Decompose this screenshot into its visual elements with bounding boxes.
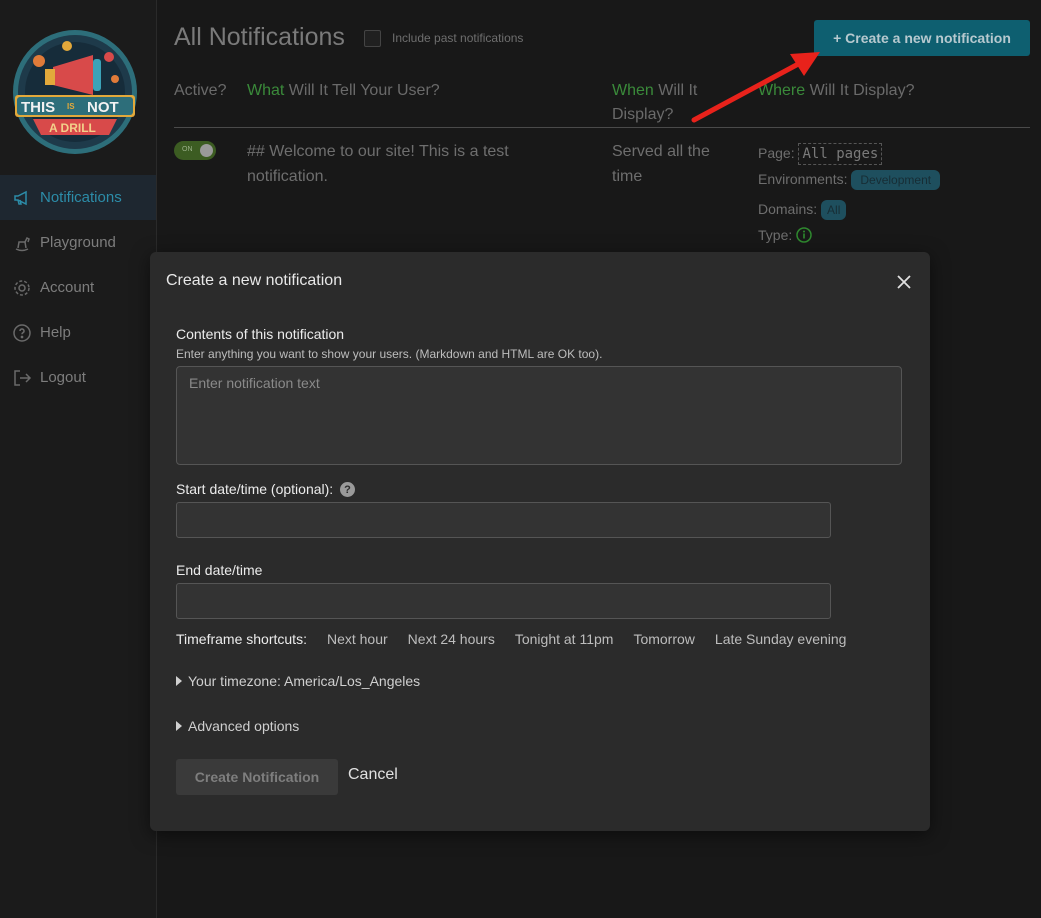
sidebar: THIS IS NOT A DRILL Notifications Playgr…: [0, 0, 157, 918]
shortcut-late-sunday[interactable]: Late Sunday evening: [715, 631, 847, 647]
contents-label: Contents of this notification: [176, 326, 345, 342]
sidebar-nav: Notifications Playground Account Help Lo…: [0, 175, 156, 400]
sidebar-item-help[interactable]: Help: [0, 310, 156, 355]
rocking-horse-icon: [12, 233, 32, 253]
caret-right-icon: [176, 721, 182, 731]
shortcut-tonight[interactable]: Tonight at 11pm: [515, 631, 614, 647]
include-past-label: Include past notifications: [392, 31, 524, 45]
page-title: All Notifications: [174, 23, 345, 51]
active-toggle[interactable]: ON: [174, 141, 216, 160]
timezone-text: Your timezone: America/Los_Angeles: [188, 673, 421, 689]
shortcuts-label: Timeframe shortcuts:: [176, 631, 307, 647]
end-date-input[interactable]: [176, 583, 831, 619]
environment-badge: Development: [851, 170, 941, 190]
timeframe-shortcuts: Timeframe shortcuts: Next hour Next 24 h…: [176, 631, 846, 647]
advanced-options-disclosure[interactable]: Advanced options: [176, 718, 299, 734]
shortcut-next-hour[interactable]: Next hour: [327, 631, 388, 647]
shortcut-next-24-hours[interactable]: Next 24 hours: [408, 631, 495, 647]
page-row: Page: All pages: [758, 143, 883, 165]
logout-icon: [12, 368, 32, 388]
sidebar-item-label: Account: [40, 279, 95, 296]
start-date-label: Start date/time (optional):: [176, 481, 334, 497]
close-modal-button[interactable]: [895, 273, 913, 291]
sidebar-item-account[interactable]: Account: [0, 265, 156, 310]
create-notification-modal: Create a new notification Contents of th…: [150, 252, 930, 831]
page-label: Page:: [758, 145, 795, 161]
help-icon[interactable]: ?: [340, 482, 355, 497]
question-circle-icon: [12, 323, 32, 343]
info-icon: [796, 227, 812, 243]
end-date-label: End date/time: [176, 562, 263, 578]
create-notification-button[interactable]: + Create a new notification: [814, 20, 1030, 56]
type-label: Type:: [758, 227, 793, 243]
gear-icon: [12, 278, 32, 298]
column-header-active: Active?: [174, 82, 227, 99]
notification-text-cell: ## Welcome to our site! This is a test n…: [247, 143, 509, 185]
domains-badge: All: [821, 200, 847, 220]
modal-title: Create a new notification: [166, 272, 343, 289]
svg-text:A DRILL: A DRILL: [49, 121, 96, 135]
start-date-input[interactable]: [176, 502, 831, 538]
include-past-checkbox[interactable]: [364, 30, 381, 47]
table-header-divider: [174, 127, 1030, 128]
timezone-disclosure[interactable]: Your timezone: America/Los_Angeles: [176, 673, 420, 689]
advanced-options-text: Advanced options: [188, 718, 300, 734]
domains-label: Domains:: [758, 201, 818, 217]
svg-text:IS: IS: [67, 102, 75, 111]
page-value: All pages: [798, 143, 883, 165]
sidebar-item-playground[interactable]: Playground: [0, 220, 156, 265]
annotation-arrow: [691, 52, 820, 123]
column-header-when-highlight: When: [612, 82, 654, 99]
sidebar-item-label: Logout: [40, 369, 86, 386]
sidebar-item-label: Notifications: [40, 189, 122, 206]
notification-text-input[interactable]: [176, 366, 902, 465]
toggle-knob: [200, 144, 213, 157]
notification-when-cell: Served all the time: [612, 143, 710, 185]
caret-right-icon: [176, 676, 182, 686]
domains-row: Domains: All: [758, 200, 847, 220]
svg-text:THIS: THIS: [21, 99, 55, 116]
environments-label: Environments:: [758, 171, 848, 187]
column-header-what-rest: Will It Tell Your User?: [284, 82, 440, 99]
this-is-not-a-drill-logo[interactable]: THIS IS NOT A DRILL: [9, 29, 141, 155]
sidebar-item-logout[interactable]: Logout: [0, 355, 156, 400]
create-notification-submit-button[interactable]: Create Notification: [176, 759, 338, 795]
sidebar-item-notifications[interactable]: Notifications: [0, 175, 156, 220]
environments-row: Environments: Development: [758, 170, 941, 190]
toggle-on-label: ON: [182, 146, 193, 153]
sidebar-item-label: Playground: [40, 234, 116, 251]
column-header-what-highlight: What: [247, 82, 285, 99]
cancel-button[interactable]: Cancel: [348, 766, 398, 784]
megaphone-icon: [12, 188, 32, 208]
shortcut-tomorrow[interactable]: Tomorrow: [633, 631, 694, 647]
sidebar-item-label: Help: [40, 324, 71, 341]
contents-hint: Enter anything you want to show your use…: [176, 347, 603, 361]
type-row: Type:: [758, 227, 812, 243]
svg-text:NOT: NOT: [87, 99, 119, 116]
close-icon: [897, 275, 911, 289]
column-header-what: What Will It Tell Your User?: [247, 79, 440, 103]
